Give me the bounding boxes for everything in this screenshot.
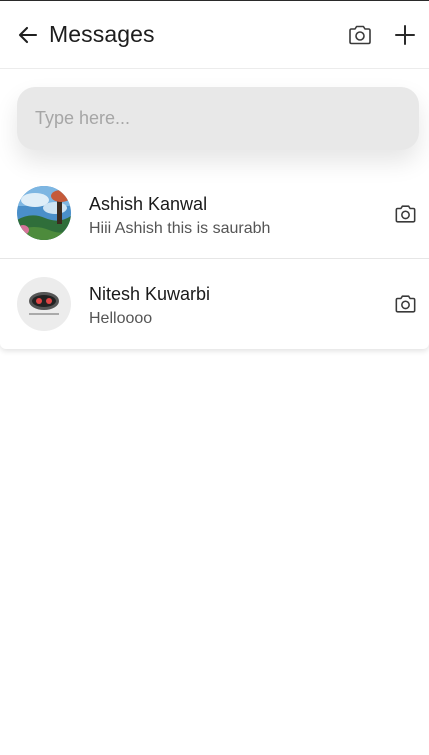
search-input[interactable] (17, 87, 419, 150)
camera-button[interactable] (393, 293, 418, 315)
camera-icon (395, 205, 416, 223)
header: Messages (0, 1, 429, 69)
landscape-avatar-image (17, 186, 71, 240)
camera-icon (395, 295, 416, 313)
new-message-button[interactable] (393, 23, 417, 47)
plus-icon (395, 25, 415, 45)
arrow-left-icon (18, 26, 38, 44)
contact-name: Nitesh Kuwarbi (89, 284, 211, 304)
conversation-item[interactable]: Ashish Kanwal Hiii Ashish this is saurab… (0, 168, 429, 259)
contact-name: Ashish Kanwal (89, 194, 208, 214)
mask-avatar-image (17, 277, 71, 331)
page-title: Messages (49, 21, 155, 47)
camera-button[interactable] (393, 203, 418, 225)
last-message: Helloooo (89, 310, 153, 327)
camera-button[interactable] (347, 23, 373, 47)
avatar (17, 186, 71, 240)
conversation-item[interactable]: Nitesh Kuwarbi Helloooo (0, 259, 429, 349)
last-message: Hiii Ashish this is saurabh (89, 220, 271, 237)
back-button[interactable] (16, 23, 40, 47)
avatar (17, 277, 71, 331)
messages-panel: Messages Type here... Ashish Kanwal Hiii… (0, 1, 429, 349)
search-box (17, 87, 419, 150)
camera-icon (349, 25, 371, 45)
